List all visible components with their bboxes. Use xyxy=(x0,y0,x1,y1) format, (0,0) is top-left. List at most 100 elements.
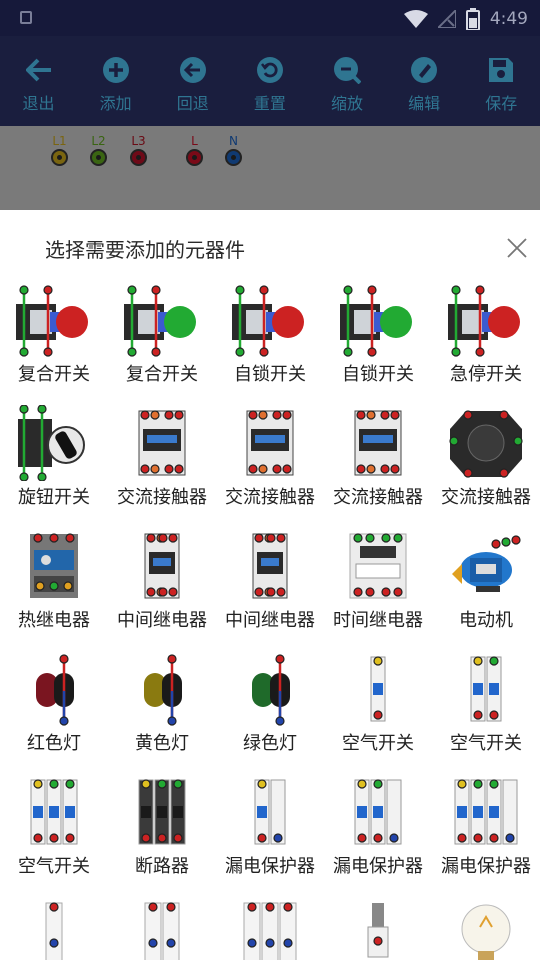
fuse-2p-icon xyxy=(122,897,202,960)
component-item[interactable]: 交流接触器 xyxy=(216,405,324,515)
component-item[interactable]: 漏电保护器 xyxy=(432,774,540,884)
component-label: 空气开关 xyxy=(342,733,414,754)
component-label: 复合开关 xyxy=(18,364,90,385)
component-item[interactable]: 自锁开关 xyxy=(324,282,432,392)
component-picker-sheet: 选择需要添加的元器件 复合开关 复合开关 自锁开关 自锁开关 急停开关 旋钮开关… xyxy=(0,210,540,960)
toolbar: 退出 添加 回退 重置 缩放 编辑 保存 xyxy=(0,36,540,126)
component-item[interactable]: 中间继电器 xyxy=(216,528,324,638)
component-label: 断路器 xyxy=(135,856,189,877)
latch-switch-green-icon xyxy=(338,282,418,358)
motor-icon xyxy=(446,528,526,604)
sim-card-icon xyxy=(20,11,32,24)
exit-label: 退出 xyxy=(22,94,55,113)
component-item[interactable] xyxy=(108,897,216,960)
ac-contactor-icon xyxy=(230,405,310,481)
terminal-l[interactable]: L xyxy=(186,134,203,166)
component-label: 急停开关 xyxy=(450,364,522,385)
intermediate-relay-icon xyxy=(230,528,310,604)
component-item[interactable]: 电动机 xyxy=(432,528,540,638)
component-item[interactable]: 热继电器 xyxy=(0,528,108,638)
component-item[interactable]: 漏电保护器 xyxy=(324,774,432,884)
reset-label: 重置 xyxy=(253,94,286,113)
terminal-l3[interactable]: L3 xyxy=(130,134,147,166)
terminal-n[interactable]: N xyxy=(225,134,242,166)
undo-label: 回退 xyxy=(176,94,209,113)
component-item[interactable]: 绿色灯 xyxy=(216,651,324,761)
bulb-icon xyxy=(446,897,526,960)
component-item[interactable] xyxy=(432,897,540,960)
ac-contactor-icon xyxy=(122,405,202,481)
reset-button[interactable]: 重置 xyxy=(231,36,308,126)
component-item[interactable]: 断路器 xyxy=(108,774,216,884)
terminal-n-dot xyxy=(225,149,242,166)
exit-button[interactable]: 退出 xyxy=(0,36,77,126)
component-label: 时间继电器 xyxy=(333,610,423,631)
component-label: 中间继电器 xyxy=(117,610,207,631)
component-item[interactable]: 交流接触器 xyxy=(324,405,432,515)
save-label: 保存 xyxy=(485,94,518,113)
terminal-l2-dot xyxy=(90,149,107,166)
save-icon xyxy=(487,56,515,84)
component-label: 旋钮开关 xyxy=(18,487,90,508)
air-switch-3p-icon xyxy=(14,774,94,850)
wiring-canvas[interactable]: L1 L2 L3 L N xyxy=(0,126,540,210)
component-label: 复合开关 xyxy=(126,364,198,385)
component-label: 漏电保护器 xyxy=(333,856,423,877)
sheet-title: 选择需要添加的元器件 xyxy=(45,238,245,262)
reset-circle-icon xyxy=(256,56,284,84)
ac-contactor-icon xyxy=(338,405,418,481)
component-label: 自锁开关 xyxy=(342,364,414,385)
ac-contactor-round-icon xyxy=(446,405,526,481)
save-button[interactable]: 保存 xyxy=(463,36,540,126)
terminal-l1[interactable]: L1 xyxy=(51,134,68,166)
terminal-n-label: N xyxy=(229,134,238,148)
component-item[interactable]: 漏电保护器 xyxy=(216,774,324,884)
terminal-l2[interactable]: L2 xyxy=(90,134,107,166)
status-bar: 4:49 xyxy=(0,0,540,36)
zoom-button[interactable]: 缩放 xyxy=(309,36,386,126)
component-item[interactable] xyxy=(216,897,324,960)
component-label: 红色灯 xyxy=(27,733,81,754)
component-item[interactable]: 自锁开关 xyxy=(216,282,324,392)
green-lamp-icon xyxy=(230,651,310,727)
component-item[interactable]: 复合开关 xyxy=(0,282,108,392)
component-item[interactable]: 黄色灯 xyxy=(108,651,216,761)
component-item[interactable]: 空气开关 xyxy=(324,651,432,761)
component-label: 绿色灯 xyxy=(243,733,297,754)
component-label: 交流接触器 xyxy=(333,487,423,508)
rotary-switch-icon xyxy=(14,404,94,482)
edit-button[interactable]: 编辑 xyxy=(386,36,463,126)
add-label: 添加 xyxy=(99,94,132,113)
undo-button[interactable]: 回退 xyxy=(154,36,231,126)
component-item[interactable]: 复合开关 xyxy=(108,282,216,392)
component-label: 自锁开关 xyxy=(234,364,306,385)
thermal-relay-icon xyxy=(14,528,94,604)
no-signal-icon xyxy=(437,10,456,28)
time-relay-icon xyxy=(338,528,418,604)
zoom-out-circle-icon xyxy=(333,56,362,84)
wifi-icon xyxy=(403,10,428,28)
emergency-stop-icon xyxy=(446,282,526,358)
terminal-l-dot xyxy=(186,149,203,166)
component-label: 中间继电器 xyxy=(225,610,315,631)
leakage-protector-2p-icon xyxy=(338,774,418,850)
component-item[interactable]: 交流接触器 xyxy=(432,405,540,515)
component-item[interactable] xyxy=(0,897,108,960)
component-item[interactable]: 时间继电器 xyxy=(324,528,432,638)
air-switch-1p-icon xyxy=(338,651,418,727)
component-label: 交流接触器 xyxy=(117,487,207,508)
close-icon[interactable] xyxy=(505,236,529,260)
component-item[interactable]: 空气开关 xyxy=(432,651,540,761)
component-item[interactable]: 中间继电器 xyxy=(108,528,216,638)
component-item[interactable]: 红色灯 xyxy=(0,651,108,761)
add-button[interactable]: 添加 xyxy=(77,36,154,126)
edit-circle-icon xyxy=(410,56,438,84)
component-item[interactable] xyxy=(324,897,432,960)
status-time: 4:49 xyxy=(489,9,528,29)
battery-icon xyxy=(465,8,480,30)
component-item[interactable]: 急停开关 xyxy=(432,282,540,392)
component-item[interactable]: 交流接触器 xyxy=(108,405,216,515)
component-item[interactable]: 空气开关 xyxy=(0,774,108,884)
terminal-l2-label: L2 xyxy=(91,134,106,148)
component-item[interactable]: 旋钮开关 xyxy=(0,404,108,515)
